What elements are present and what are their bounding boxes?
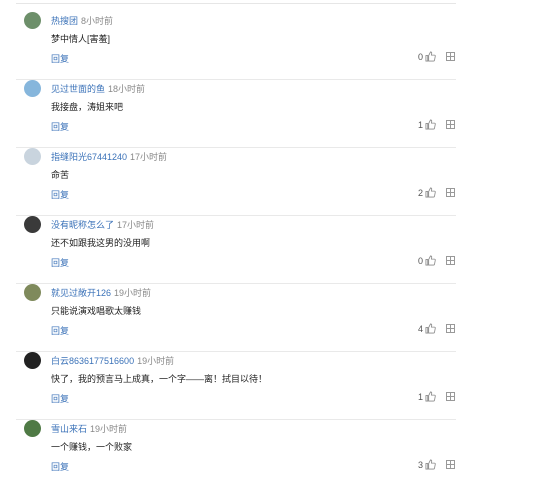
thumb-up-icon[interactable] xyxy=(425,51,436,62)
username-link[interactable]: 没有昵称怎么了 xyxy=(51,220,114,230)
report-icon[interactable] xyxy=(446,256,455,265)
like-count: 0 xyxy=(418,255,424,266)
reply-button[interactable]: 回复 xyxy=(51,120,69,133)
comment-item: 见过世面的鱼 18小时前 我接盘，涛姐来吧 回复 1 xyxy=(0,80,550,148)
divider xyxy=(16,3,456,4)
comment-text: 一个赚钱，一个败家 xyxy=(51,442,133,452)
thumb-up-icon[interactable] xyxy=(425,255,436,266)
thumb-up-icon[interactable] xyxy=(425,459,436,470)
like-area: 1 xyxy=(418,391,436,402)
avatar[interactable] xyxy=(24,420,41,437)
timestamp: 19小时前 xyxy=(90,424,128,434)
comment-item: 指缝阳光67441240 17小时前 命苦 回复 2 xyxy=(0,148,550,216)
username-link[interactable]: 就见过敞开126 xyxy=(51,288,111,298)
comment-item: 白云8636177516600 19小时前 快了，我的预言马上成真，一个字——离！… xyxy=(0,352,550,420)
comment-text: 命苦 xyxy=(51,170,70,180)
comment-item: 热搜团 8小时前 梦中情人[害羞] 回复 0 xyxy=(0,12,550,80)
like-area: 2 xyxy=(418,187,436,198)
like-count: 4 xyxy=(418,323,424,334)
reply-button[interactable]: 回复 xyxy=(51,52,69,65)
comment-item: 就见过敞开126 19小时前 只能说演戏唱歌太赚钱 回复 4 xyxy=(0,284,550,352)
avatar[interactable] xyxy=(24,284,41,301)
comment-text: 我接盘，涛姐来吧 xyxy=(51,102,124,112)
like-area: 3 xyxy=(418,459,436,470)
reply-button[interactable]: 回复 xyxy=(51,324,69,337)
reply-button[interactable]: 回复 xyxy=(51,256,69,269)
like-area: 4 xyxy=(418,323,436,334)
report-icon[interactable] xyxy=(446,188,455,197)
report-icon[interactable] xyxy=(446,52,455,61)
username-link[interactable]: 见过世面的鱼 xyxy=(51,84,105,94)
timestamp: 19小时前 xyxy=(137,356,175,366)
thumb-up-icon[interactable] xyxy=(425,323,436,334)
reply-button[interactable]: 回复 xyxy=(51,460,69,473)
avatar[interactable] xyxy=(24,352,41,369)
like-count: 1 xyxy=(418,119,424,130)
avatar[interactable] xyxy=(24,12,41,29)
like-count: 2 xyxy=(418,187,424,198)
like-count: 0 xyxy=(418,51,424,62)
like-area: 0 xyxy=(418,255,436,266)
comment-text: 梦中情人[害羞] xyxy=(51,34,111,44)
reply-button[interactable]: 回复 xyxy=(51,188,69,201)
avatar[interactable] xyxy=(24,216,41,233)
username-link[interactable]: 指缝阳光67441240 xyxy=(51,152,127,162)
like-area: 0 xyxy=(418,51,436,62)
comment-text: 只能说演戏唱歌太赚钱 xyxy=(51,306,142,316)
report-icon[interactable] xyxy=(446,324,455,333)
report-icon[interactable] xyxy=(446,460,455,469)
thumb-up-icon[interactable] xyxy=(425,187,436,198)
username-link[interactable]: 雪山来石 xyxy=(51,424,87,434)
comment-item: 雪山来石 19小时前 一个赚钱，一个败家 回复 3 xyxy=(0,420,550,482)
report-icon[interactable] xyxy=(446,120,455,129)
avatar[interactable] xyxy=(24,148,41,165)
timestamp: 19小时前 xyxy=(114,288,152,298)
comment-text: 快了，我的预言马上成真，一个字——离！拭目以待！ xyxy=(51,374,268,384)
report-icon[interactable] xyxy=(446,392,455,401)
like-count: 1 xyxy=(418,391,424,402)
thumb-up-icon[interactable] xyxy=(425,119,436,130)
like-area: 1 xyxy=(418,119,436,130)
timestamp: 17小时前 xyxy=(117,220,155,230)
avatar[interactable] xyxy=(24,80,41,97)
reply-button[interactable]: 回复 xyxy=(51,392,69,405)
username-link[interactable]: 白云8636177516600 xyxy=(51,356,134,366)
comment-text: 还不如跟我这男的没用啊 xyxy=(51,238,151,248)
comment-item: 没有昵称怎么了 17小时前 还不如跟我这男的没用啊 回复 0 xyxy=(0,216,550,284)
like-count: 3 xyxy=(418,459,424,470)
thumb-up-icon[interactable] xyxy=(425,391,436,402)
timestamp: 8小时前 xyxy=(81,16,114,26)
username-link[interactable]: 热搜团 xyxy=(51,16,78,26)
timestamp: 18小时前 xyxy=(108,84,146,94)
timestamp: 17小时前 xyxy=(130,152,168,162)
